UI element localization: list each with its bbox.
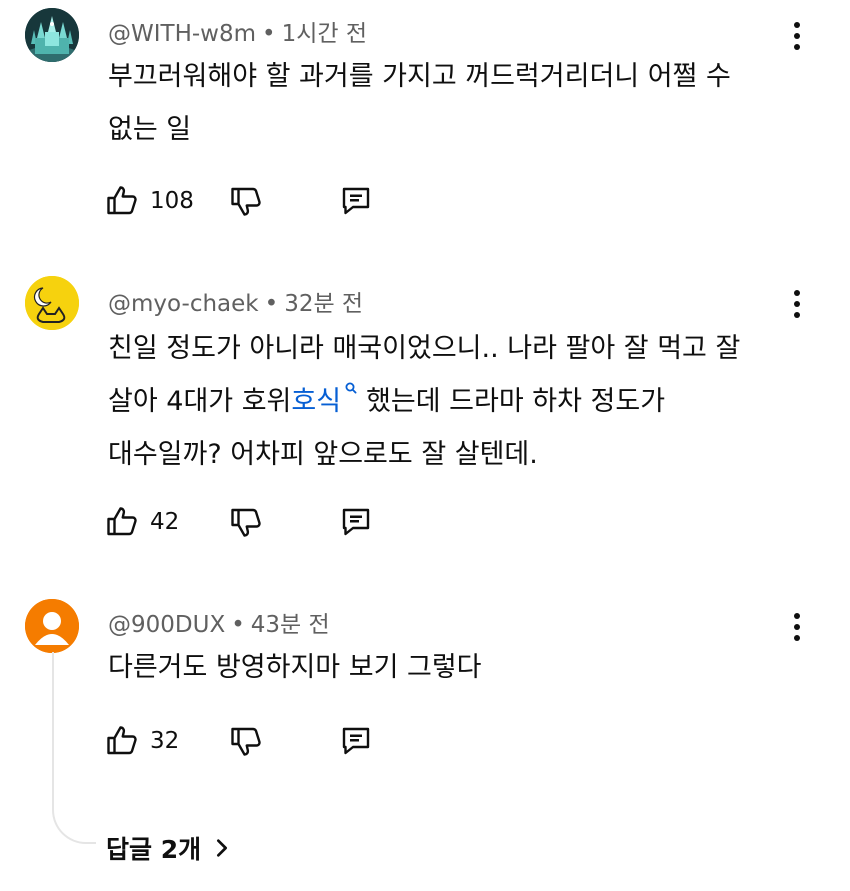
comment-actions: 108	[104, 179, 404, 223]
comment-text-line: 부끄러워해야 할 과거를 가지고 꺼드럭거리더니 어쩔 수	[108, 61, 731, 92]
comment-text-line: 다른거도 방영하지마 보기 그렇다	[108, 652, 482, 683]
default-person-avatar-icon	[25, 599, 79, 653]
comment-text: 다른거도 방영하지마 보기 그렇다	[108, 641, 798, 694]
reply-icon	[342, 508, 370, 536]
author-name[interactable]: @900DUX	[108, 612, 225, 638]
reply-icon	[342, 727, 370, 755]
more-button[interactable]	[782, 284, 812, 324]
reply-icon	[342, 187, 370, 215]
comment-text-line: 친일 정도가 아니라 매국이었으니.. 나라 팔아 잘 먹고 잘	[108, 333, 741, 364]
search-link[interactable]: 호식	[291, 386, 341, 417]
more-vert-icon-dot	[794, 635, 800, 641]
like-button[interactable]: 42	[104, 500, 179, 544]
thumbs-up-icon	[107, 726, 137, 755]
dislike-button[interactable]	[228, 500, 264, 544]
meta-separator: •	[262, 21, 276, 47]
more-vert-icon	[794, 22, 800, 28]
comment-time[interactable]: 1시간 전	[282, 21, 367, 47]
comment-text-segment: 했는데 드라마 하차 정도가	[366, 386, 666, 417]
comment-time[interactable]: 43분 전	[251, 612, 330, 638]
author-avatar[interactable]	[25, 8, 79, 62]
dislike-button[interactable]	[228, 719, 264, 763]
view-replies-button[interactable]: 답글 2개	[106, 828, 231, 868]
like-count: 108	[150, 188, 194, 214]
dislike-button[interactable]	[228, 179, 264, 223]
more-vert-icon-dot	[794, 44, 800, 50]
comment-meta: @900DUX • 43분 전	[108, 605, 330, 639]
comment-meta: @WITH-w8m • 1시간 전	[108, 14, 367, 48]
author-name[interactable]: @myo-chaek	[108, 291, 259, 317]
more-vert-icon-dot	[794, 301, 800, 307]
comment-time[interactable]: 32분 전	[284, 291, 363, 317]
more-button[interactable]	[782, 607, 812, 647]
reply-button[interactable]	[338, 500, 374, 544]
reply-button[interactable]	[338, 719, 374, 763]
thumbs-down-icon	[231, 727, 261, 756]
comment-meta: @myo-chaek • 32분 전	[108, 284, 363, 318]
like-count: 42	[150, 509, 180, 535]
more-button[interactable]	[782, 16, 812, 56]
more-vert-icon	[794, 613, 800, 619]
like-button[interactable]: 32	[104, 719, 179, 763]
thumbs-up-icon	[107, 186, 137, 215]
more-vert-icon	[794, 290, 800, 296]
author-avatar[interactable]	[25, 276, 79, 330]
author-avatar[interactable]	[25, 599, 79, 653]
author-name[interactable]: @WITH-w8m	[108, 21, 256, 47]
comment-actions: 42	[104, 500, 404, 544]
reply-button[interactable]	[338, 179, 374, 223]
more-vert-icon-dot	[794, 624, 800, 630]
comment-text-line: 살아 4대가 호위살아 4대가 호위호식했는데 드라마 하차 정도가	[108, 375, 798, 428]
reply-thread-line	[52, 652, 96, 844]
comment-text-segment: 살아 4대가 호위	[108, 386, 292, 417]
comment-text: 부끄러워해야 할 과거를 가지고 꺼드럭거리더니 어쩔 수 없는 일	[108, 50, 798, 156]
comment-text-line: 없는 일	[108, 114, 192, 145]
like-button[interactable]: 108	[104, 179, 194, 223]
comment-text: 친일 정도가 아니라 매국이었으니.. 나라 팔아 잘 먹고 잘 살아 4대가 …	[108, 322, 798, 481]
meta-separator: •	[264, 291, 279, 317]
comment-text-line: 대수일까? 어차피 앞으로도 잘 살텐데.	[108, 439, 538, 470]
like-count: 32	[150, 728, 180, 754]
more-vert-icon-dot	[794, 33, 800, 39]
thumbs-up-icon	[107, 507, 137, 536]
chevron-right-icon	[217, 839, 228, 857]
thumbs-down-icon	[231, 508, 261, 537]
more-vert-icon-dot	[794, 312, 800, 318]
meta-separator: •	[231, 612, 245, 638]
moon-cat-avatar-icon	[25, 276, 79, 330]
search-icon[interactable]	[344, 381, 358, 395]
comment-actions: 32	[104, 719, 404, 763]
thumbs-down-icon	[231, 187, 261, 216]
replies-label: 답글 2개	[106, 835, 202, 864]
ice-castle-avatar-icon	[25, 8, 79, 62]
